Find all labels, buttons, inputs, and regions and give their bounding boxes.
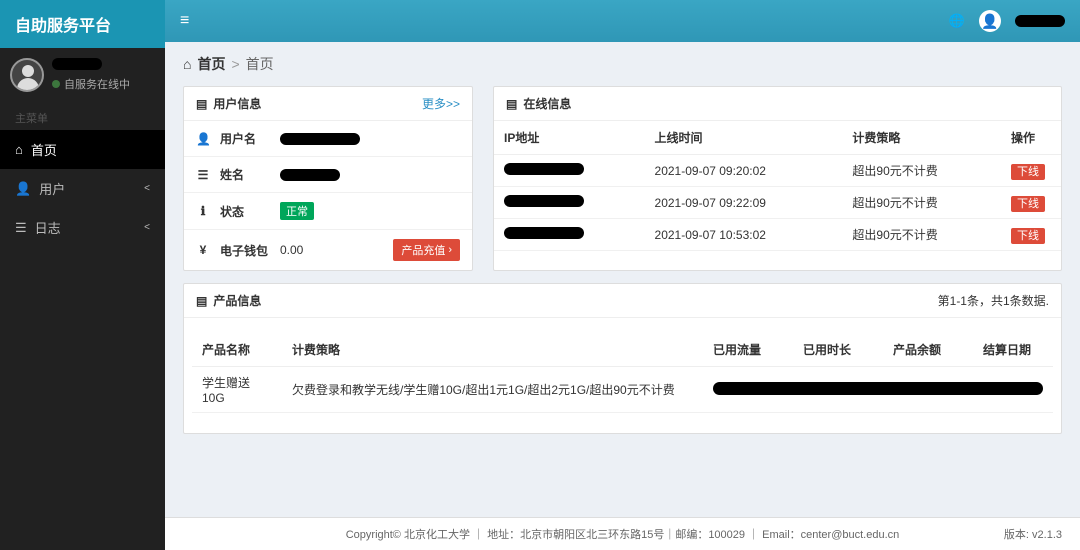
footer: Copyright© 北京化工大学 ｜ 地址：北京市朝阳区北三环东路15号｜邮编… <box>165 517 1080 550</box>
th-balance: 产品余额 <box>883 333 973 367</box>
home-icon: ⌂ <box>15 142 23 157</box>
th-duration: 已用时长 <box>793 333 883 367</box>
th-time: 上线时间 <box>645 121 843 155</box>
offline-button[interactable]: 下线 <box>1011 228 1045 244</box>
product-table: 产品名称 计费策略 已用流量 已用时长 产品余额 结算日期 学生赠送10G 欠费… <box>192 333 1053 413</box>
topbar: ≡ 🌐 <box>165 0 1080 42</box>
globe-icon[interactable]: 🌐 <box>949 13 965 29</box>
cell-policy: 超出90元不计费 <box>842 219 1001 251</box>
chevron-right-icon: › <box>448 244 452 256</box>
user-info-title: 用户信息 <box>213 95 261 112</box>
menu-header: 主菜单 <box>0 102 165 130</box>
cell-time: 2021-09-07 09:20:02 <box>645 155 843 187</box>
th-traffic: 已用流量 <box>703 333 793 367</box>
product-values-redacted <box>713 382 1043 395</box>
main: ≡ 🌐 ⌂ 首页 > 首页 ▤ 用户信息 更多>> <box>165 0 1080 550</box>
home-icon: ⌂ <box>183 56 191 72</box>
breadcrumb-current: 首页 <box>246 54 274 74</box>
yen-icon: ¥ <box>196 243 210 257</box>
user-icon: 👤 <box>15 181 31 197</box>
cell-time: 2021-09-07 09:22:09 <box>645 187 843 219</box>
panel-product-info: ▤ 产品信息 第1-1条，共1条数据. 产品名称 计费策略 已用流量 已用时长 … <box>183 283 1062 434</box>
table-row: 2021-09-07 09:20:02 超出90元不计费 下线 <box>494 155 1061 187</box>
sidebar-user-panel: 自服务在线中 <box>0 48 165 102</box>
wallet-label: 电子钱包 <box>220 242 270 259</box>
product-count: 第1-1条，共1条数据. <box>938 292 1049 309</box>
cell-policy: 超出90元不计费 <box>842 155 1001 187</box>
hamburger-icon[interactable]: ≡ <box>180 12 189 30</box>
topbar-avatar-icon[interactable] <box>979 10 1001 32</box>
cell-time: 2021-09-07 10:53:02 <box>645 219 843 251</box>
sidebar-status-text: 自服务在线中 <box>64 76 130 92</box>
footer-copyright: Copyright© 北京化工大学 ｜ 地址：北京市朝阳区北三环东路15号｜邮编… <box>346 529 900 541</box>
th-action: 操作 <box>1001 121 1061 155</box>
person-icon: 👤 <box>196 132 210 146</box>
wallet-value: 0.00 <box>280 243 303 257</box>
list-icon: ☰ <box>15 220 27 236</box>
footer-version: 版本: v2.1.3 <box>1004 526 1062 542</box>
chevron-left-icon: < <box>144 222 150 233</box>
breadcrumb: ⌂ 首页 > 首页 <box>165 42 1080 86</box>
menu-log-label: 日志 <box>35 218 61 237</box>
th-name: 产品名称 <box>192 333 282 367</box>
menu-user[interactable]: 👤 用户 < <box>0 169 165 208</box>
realname-label: 姓名 <box>220 166 270 183</box>
status-dot-icon <box>52 80 60 88</box>
menu-log[interactable]: ☰ 日志 < <box>0 208 165 247</box>
breadcrumb-home[interactable]: 首页 <box>197 54 225 74</box>
status-label: 状态 <box>220 203 270 220</box>
sidebar-status: 自服务在线中 <box>52 76 130 92</box>
ip-redacted <box>504 227 584 239</box>
list-icon: ☰ <box>196 168 210 182</box>
chevron-left-icon: < <box>144 183 150 194</box>
th-icon: ▤ <box>506 97 517 111</box>
username-label: 用户名 <box>220 130 270 147</box>
status-badge: 正常 <box>280 202 314 220</box>
username-value-redacted <box>280 133 360 145</box>
online-table: IP地址 上线时间 计费策略 操作 2021-09-07 09:20:02 超出… <box>494 121 1061 251</box>
menu-home[interactable]: ⌂ 首页 <box>0 130 165 169</box>
th-ip: IP地址 <box>494 121 645 155</box>
table-row: 2021-09-07 10:53:02 超出90元不计费 下线 <box>494 219 1061 251</box>
breadcrumb-sep: > <box>231 56 239 72</box>
realname-value-redacted <box>280 169 340 181</box>
menu-user-label: 用户 <box>39 179 65 198</box>
panel-user-info: ▤ 用户信息 更多>> 👤 用户名 ☰ 姓名 <box>183 86 473 271</box>
menu-home-label: 首页 <box>31 140 57 159</box>
cell-policy: 超出90元不计费 <box>842 187 1001 219</box>
sidebar: 自助服务平台 自服务在线中 主菜单 ⌂ 首页 👤 用户 < <box>0 0 165 550</box>
table-row: 学生赠送10G 欠费登录和教学无线/学生赠10G/超出1元1G/超出2元1G/超… <box>192 367 1053 413</box>
online-info-title: 在线信息 <box>523 95 571 112</box>
avatar-icon <box>10 58 44 92</box>
th-settle: 结算日期 <box>973 333 1053 367</box>
recharge-button[interactable]: 产品充值 › <box>393 239 460 261</box>
more-link[interactable]: 更多>> <box>422 95 460 112</box>
sidebar-username-redacted <box>52 58 102 70</box>
info-icon: ℹ <box>196 204 210 218</box>
ip-redacted <box>504 163 584 175</box>
th-icon: ▤ <box>196 97 207 111</box>
offline-button[interactable]: 下线 <box>1011 196 1045 212</box>
offline-button[interactable]: 下线 <box>1011 164 1045 180</box>
panel-online-info: ▤ 在线信息 IP地址 上线时间 计费策略 操作 <box>493 86 1062 271</box>
cell-name: 学生赠送10G <box>192 367 282 413</box>
cell-policy: 欠费登录和教学无线/学生赠10G/超出1元1G/超出2元1G/超出90元不计费 <box>282 367 703 413</box>
th-policy: 计费策略 <box>282 333 703 367</box>
brand-title: 自助服务平台 <box>0 0 165 48</box>
ip-redacted <box>504 195 584 207</box>
th-policy: 计费策略 <box>842 121 1001 155</box>
product-info-title: 产品信息 <box>213 292 261 309</box>
topbar-username-redacted <box>1015 15 1065 27</box>
th-icon: ▤ <box>196 294 207 308</box>
table-row: 2021-09-07 09:22:09 超出90元不计费 下线 <box>494 187 1061 219</box>
